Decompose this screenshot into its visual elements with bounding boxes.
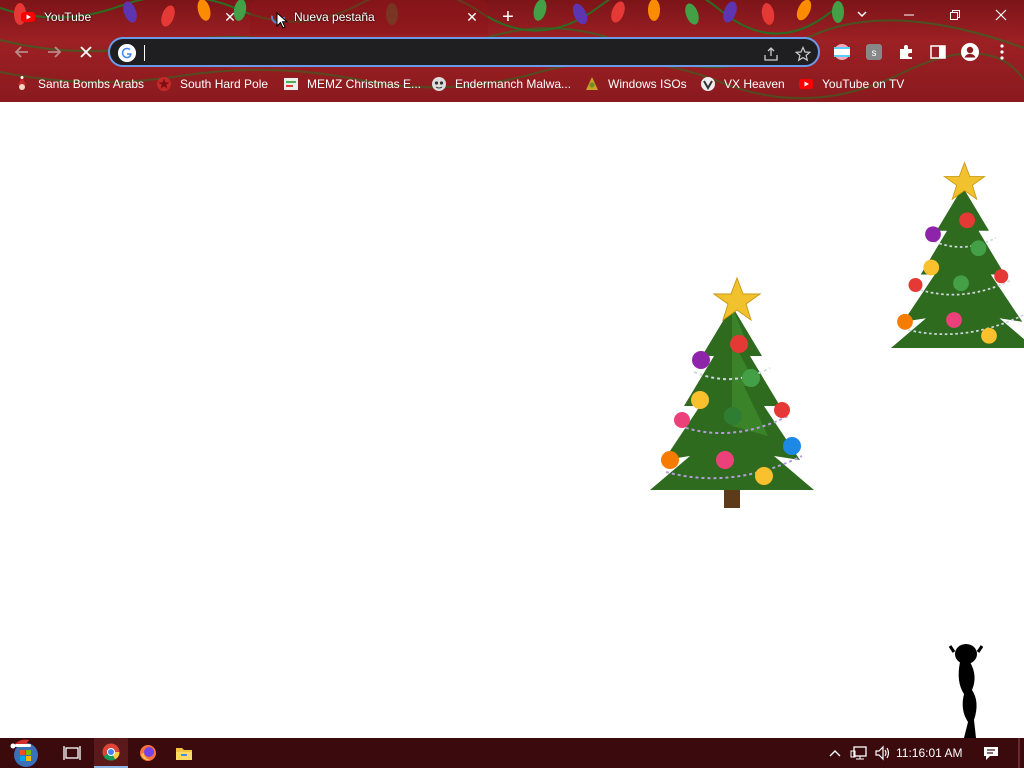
flag-extension-icon: [834, 44, 850, 60]
endermanch-icon: [432, 77, 446, 91]
google-icon: [118, 44, 136, 62]
action-center-button[interactable]: [976, 738, 1006, 768]
bookmark-youtube-on-tv[interactable]: YouTube on TV: [798, 74, 904, 94]
forward-button[interactable]: [42, 40, 66, 64]
close-icon: [995, 9, 1007, 21]
windows-iso-icon: [586, 77, 598, 90]
minimize-icon: [904, 14, 914, 16]
show-hidden-icons-button[interactable]: [826, 738, 844, 768]
bookmark-label: Windows ISOs: [608, 77, 687, 91]
tab-youtube[interactable]: YouTube ✕: [0, 0, 246, 34]
restore-icon: [950, 10, 960, 20]
network-button[interactable]: [848, 738, 870, 768]
s-extension-icon: s: [866, 44, 882, 60]
tab-title: Nueva pestaña: [294, 10, 375, 24]
red-star-icon: [157, 77, 171, 91]
bookmark-endermanch-malware[interactable]: Endermanch Malwa...: [431, 74, 571, 94]
bookmark-star-button[interactable]: [794, 45, 812, 63]
mouse-cursor-icon: [276, 12, 288, 29]
youtube-icon: [21, 12, 35, 22]
arrow-left-icon: [14, 46, 28, 58]
bookmark-vx-heaven[interactable]: VX Heaven: [700, 74, 785, 94]
speaker-icon: [875, 745, 890, 761]
volume-button[interactable]: [872, 738, 894, 768]
taskbar-clock[interactable]: 11:16:01 AM: [896, 738, 963, 768]
bookmark-windows-isos[interactable]: Windows ISOs: [584, 74, 687, 94]
profile-button[interactable]: [960, 42, 980, 62]
youtube-icon: [799, 79, 813, 89]
start-orb-icon: [10, 739, 38, 767]
share-icon: [764, 47, 778, 61]
back-button[interactable]: [10, 40, 34, 64]
bookmark-label: MEMZ Christmas E...: [307, 77, 422, 91]
bookmark-label: VX Heaven: [724, 77, 785, 91]
firefox-icon: [140, 745, 156, 761]
page-content: [0, 102, 1024, 738]
bookmark-south-hard-pole[interactable]: South Hard Pole: [156, 74, 268, 94]
share-button[interactable]: [762, 45, 780, 63]
tab-search-button[interactable]: [852, 8, 872, 26]
bookmark-santa-bombs-arabs[interactable]: Santa Bombs Arabs: [14, 74, 144, 94]
chrome-icon: [102, 743, 120, 761]
bookmark-label: Santa Bombs Arabs: [38, 77, 145, 91]
taskbar-firefox-button[interactable]: [132, 738, 164, 768]
menu-button[interactable]: [992, 42, 1012, 62]
chevron-down-icon: [857, 11, 867, 18]
start-button[interactable]: [6, 738, 46, 768]
new-tab-button[interactable]: +: [498, 7, 518, 27]
stop-loading-button[interactable]: [74, 40, 98, 64]
tab-strip: YouTube ✕ Nueva pestaña ✕ +: [0, 0, 1024, 34]
avatar-icon: [961, 43, 979, 61]
address-input[interactable]: [144, 41, 748, 65]
text-caret: [144, 45, 145, 61]
windows-taskbar: 11:16:01 AM: [0, 738, 1024, 768]
tab-close-button[interactable]: ✕: [222, 9, 238, 25]
star-icon: [795, 46, 811, 62]
side-panel-button[interactable]: [928, 42, 948, 62]
bookmark-label: Endermanch Malwa...: [455, 77, 572, 91]
address-bar[interactable]: [108, 37, 820, 67]
bookmark-label: YouTube on TV: [822, 77, 905, 91]
minimize-button[interactable]: [886, 0, 932, 30]
silhouette-figure-image: [948, 644, 984, 738]
chevron-up-icon: [829, 750, 841, 757]
svg-text:s: s: [872, 48, 877, 59]
task-view-button[interactable]: [58, 738, 86, 768]
santa-icon: [18, 76, 26, 90]
close-icon: [80, 46, 92, 58]
bookmark-memz-christmas[interactable]: MEMZ Christmas E...: [283, 74, 421, 94]
extension-button[interactable]: [832, 42, 852, 62]
toolbar: s: [0, 34, 1024, 70]
vx-heaven-icon: [701, 77, 715, 91]
notification-icon: [984, 747, 998, 760]
memz-icon: [284, 78, 298, 90]
file-explorer-icon: [176, 748, 192, 760]
browser-chrome: YouTube ✕ Nueva pestaña ✕ + s Santa Bomb…: [0, 0, 1024, 102]
task-view-icon: [63, 746, 81, 760]
tab-title: YouTube: [44, 10, 92, 24]
taskbar-chrome-button[interactable]: [94, 738, 128, 768]
arrow-right-icon: [48, 46, 62, 58]
christmas-tree-image: [650, 276, 814, 508]
extensions-menu-button[interactable]: [896, 42, 916, 62]
tab-close-button[interactable]: ✕: [464, 9, 480, 25]
side-panel-icon: [930, 45, 946, 59]
taskbar-file-explorer-button[interactable]: [168, 738, 200, 768]
kebab-menu-icon: [1000, 44, 1004, 60]
network-icon: [850, 746, 867, 760]
bookmark-label: South Hard Pole: [180, 77, 269, 91]
restore-button[interactable]: [932, 0, 978, 30]
show-desktop-button[interactable]: [1018, 738, 1020, 768]
christmas-tree-image: [891, 161, 1024, 348]
puzzle-icon: [900, 45, 912, 59]
extension-button[interactable]: s: [864, 42, 884, 62]
close-window-button[interactable]: [978, 0, 1024, 30]
bookmarks-bar: Santa Bombs Arabs South Hard Pole MEMZ C…: [0, 70, 1024, 98]
